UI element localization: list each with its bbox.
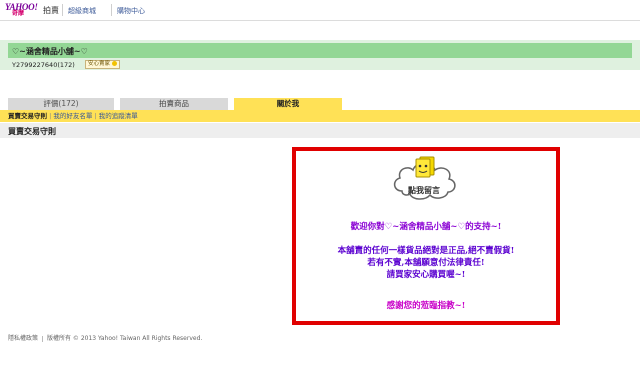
subnav-item-friends[interactable]: 我的好友名單 — [53, 112, 92, 120]
buy-with-confidence-message: 請買家安心購買喔~! — [386, 270, 466, 280]
auction-link[interactable]: 拍賣 — [43, 5, 59, 16]
top-bar: YAHOO! 奇摩 拍賣 超級商城 購物中心 — [0, 0, 640, 21]
leave-message-label[interactable]: 點我留言 — [404, 185, 444, 196]
shopping-center-link[interactable]: 購物中心 — [117, 6, 145, 16]
subnav: 買賣交易守則 | 我的好友名單 | 我的追蹤清單 — [8, 112, 138, 120]
legal-responsibility-message: 若有不實,本舖願意付法律責任! — [367, 258, 485, 268]
seller-id[interactable]: Y2799227640(172) — [12, 61, 75, 69]
divider — [62, 4, 63, 16]
divider: | — [49, 112, 52, 120]
section-header — [0, 123, 640, 138]
subnav-item-watchlist[interactable]: 我的追蹤清單 — [99, 112, 138, 120]
super-mall-link[interactable]: 超級商城 — [68, 6, 96, 16]
logo-subtext: 奇摩 — [12, 10, 25, 17]
tab-ratings[interactable]: 評價(172) — [8, 98, 114, 110]
store-name[interactable]: ♡~涵舍精品小舖~♡ — [12, 46, 88, 57]
privacy-policy-link[interactable]: 隱私權政策 — [8, 335, 38, 342]
subnav-item-trade-rules[interactable]: 買賣交易守則 — [8, 112, 47, 120]
tab-about-me[interactable]: 關於我 — [234, 98, 342, 110]
badge-label: 安心賣家 — [88, 61, 111, 67]
section-title: 買賣交易守則 — [8, 127, 56, 136]
welcome-message: 歡迎你對♡~涵舍精品小舖~♡的支持~! — [350, 222, 502, 232]
badge-smile-icon — [112, 61, 118, 66]
footer: 隱私權政策 版權所有 © 2013 Yahoo! Taiwan All Right… — [8, 333, 202, 342]
yahoo-logo[interactable]: YAHOO! 奇摩 — [5, 3, 39, 17]
divider — [42, 335, 44, 342]
divider: | — [94, 112, 97, 120]
store-name-bar — [8, 43, 632, 58]
leave-message-cloud-icon[interactable] — [390, 153, 460, 205]
safe-seller-badge[interactable]: 安心賣家 — [85, 60, 121, 69]
tab-auction-items[interactable]: 拍賣商品 — [120, 98, 228, 110]
thank-you-message: 感謝您的蒞臨指教~! — [386, 301, 466, 311]
copyright-text: 版權所有 © 2013 Yahoo! Taiwan All Rights Res… — [47, 335, 203, 342]
authentic-goods-message: 本舖賣的任何一樣貨品絕對是正品,絕不賣假貨! — [337, 246, 515, 256]
divider — [111, 4, 112, 16]
